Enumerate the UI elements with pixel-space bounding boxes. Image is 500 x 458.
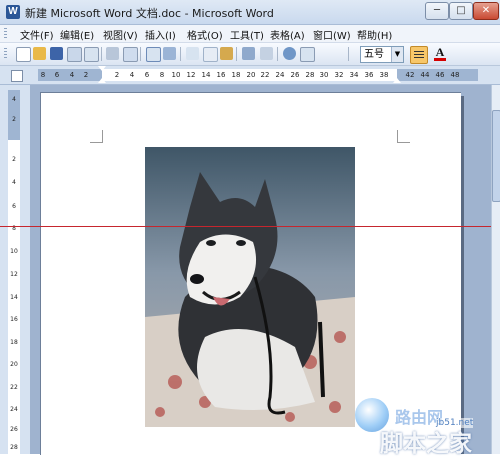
font-size-select[interactable]: 五号 ▼ xyxy=(360,46,404,63)
page-shadow xyxy=(461,96,464,454)
crop-mark-top-left xyxy=(90,130,103,143)
vertical-ruler-tick-label: 10 xyxy=(10,248,18,255)
guide-line xyxy=(0,226,500,227)
menu-format[interactable]: 格式(O) xyxy=(187,27,223,42)
toolbar-grip-icon[interactable] xyxy=(4,48,7,59)
ruler-tick-label: 6 xyxy=(54,71,60,79)
ruler-tick-label: 4 xyxy=(129,71,135,79)
vertical-ruler-tick-label: 18 xyxy=(10,339,18,346)
maximize-button[interactable]: □ xyxy=(449,2,473,20)
print-preview-icon[interactable] xyxy=(123,47,138,62)
ruler-tick-label: 22 xyxy=(260,71,270,79)
ruler-tick-label: 32 xyxy=(334,71,344,79)
ruler-tick-label: 30 xyxy=(319,71,329,79)
menu-grip-icon[interactable] xyxy=(4,28,7,39)
left-indent-marker[interactable] xyxy=(98,78,106,83)
menu-tools[interactable]: 工具(T) xyxy=(230,27,264,42)
ruler-tick-label: 2 xyxy=(83,71,89,79)
toolbar-separator xyxy=(180,47,181,61)
menu-help[interactable]: 帮助(H) xyxy=(357,27,392,42)
vertical-ruler-tick-label: 4 xyxy=(12,96,16,103)
ruler-tick-label: 16 xyxy=(216,71,226,79)
photo-graphic xyxy=(145,147,355,427)
ruler-tick-label: 42 xyxy=(405,71,415,79)
window-title: 新建 Microsoft Word 文档.doc - Microsoft Wor… xyxy=(25,7,274,20)
vertical-ruler-tick-label: 14 xyxy=(10,294,18,301)
chevron-down-icon[interactable]: ▼ xyxy=(391,47,403,62)
watermark-bottom-text: 脚本之家 xyxy=(380,431,472,457)
menu-file[interactable]: 文件(F) xyxy=(20,27,54,42)
menu-edit[interactable]: 编辑(E) xyxy=(60,27,94,42)
permission-icon[interactable] xyxy=(67,47,82,62)
word-app-icon[interactable]: W xyxy=(6,5,20,19)
ruler-tick-label: 48 xyxy=(450,71,460,79)
ruler-tick-label: 10 xyxy=(171,71,181,79)
ruler-tick-label: 18 xyxy=(231,71,241,79)
vertical-ruler-tick-label: 20 xyxy=(10,361,18,368)
title-bar: W 新建 Microsoft Word 文档.doc - Microsoft W… xyxy=(0,0,500,25)
ruler-tick-label: 46 xyxy=(435,71,445,79)
redo-icon[interactable] xyxy=(260,47,273,60)
crop-mark-top-right xyxy=(397,130,410,143)
vertical-ruler-tick-label: 2 xyxy=(12,116,16,123)
menu-table[interactable]: 表格(A) xyxy=(270,27,305,42)
vertical-ruler-tick-label: 2 xyxy=(12,156,16,163)
tables-borders-icon[interactable] xyxy=(300,47,315,62)
vertical-ruler-tick-label: 16 xyxy=(10,316,18,323)
font-color-button[interactable]: A xyxy=(433,45,447,62)
ruler-tick-label: 38 xyxy=(379,71,389,79)
ruler-tick-label: 36 xyxy=(364,71,374,79)
vertical-ruler-tick-label: 12 xyxy=(10,271,18,278)
right-indent-marker[interactable] xyxy=(393,78,401,83)
scrollbar-thumb[interactable] xyxy=(492,110,500,202)
standard-toolbar: 五号 ▼ A xyxy=(0,43,500,66)
hyperlink-icon[interactable] xyxy=(283,47,296,60)
menu-view[interactable]: 视图(V) xyxy=(103,27,138,42)
menu-bar: 文件(F) 编辑(E) 视图(V) 插入(I) 格式(O) 工具(T) 表格(A… xyxy=(0,25,500,43)
ruler-tick-label: 12 xyxy=(186,71,196,79)
paste-icon[interactable] xyxy=(220,47,233,60)
vertical-ruler-tick-label: 4 xyxy=(12,179,16,186)
minimize-button[interactable]: ─ xyxy=(425,2,449,20)
save-icon[interactable] xyxy=(50,47,63,60)
vertical-ruler-tick-label: 26 xyxy=(10,426,18,433)
research-icon[interactable] xyxy=(163,47,176,60)
font-size-value: 五号 xyxy=(364,49,384,60)
align-center-button[interactable] xyxy=(410,46,428,64)
vertical-ruler-tick-label: 22 xyxy=(10,384,18,391)
new-document-icon[interactable] xyxy=(16,47,31,62)
toolbar-separator xyxy=(101,47,102,61)
toolbar-separator xyxy=(277,47,278,61)
open-folder-icon[interactable] xyxy=(33,47,46,60)
vertical-ruler-tick-label: 6 xyxy=(12,203,16,210)
print-icon[interactable] xyxy=(106,47,119,60)
undo-icon[interactable] xyxy=(242,47,255,60)
tab-selector-button[interactable] xyxy=(11,70,23,82)
close-button[interactable]: ✕ xyxy=(473,2,499,20)
ruler-tick-label: 24 xyxy=(275,71,285,79)
ruler-tick-label: 6 xyxy=(144,71,150,79)
vertical-ruler-tick-label: 24 xyxy=(10,406,18,413)
ruler-tick-label: 44 xyxy=(420,71,430,79)
spelling-icon[interactable] xyxy=(146,47,161,62)
cut-icon[interactable] xyxy=(186,47,199,60)
ruler-tick-label: 14 xyxy=(201,71,211,79)
copy-icon[interactable] xyxy=(203,47,218,62)
husky-dog-photo[interactable] xyxy=(145,147,355,427)
menu-insert[interactable]: 插入(I) xyxy=(145,27,176,42)
ruler-tick-label: 26 xyxy=(290,71,300,79)
first-line-indent-marker[interactable] xyxy=(98,66,106,71)
toolbar-separator xyxy=(236,47,237,61)
vertical-ruler-tick-label: 28 xyxy=(10,444,18,451)
ruler-tick-label: 2 xyxy=(114,71,120,79)
ruler-tick-label: 34 xyxy=(349,71,359,79)
menu-window[interactable]: 窗口(W) xyxy=(313,27,351,42)
toolbar-separator xyxy=(348,47,349,61)
email-icon[interactable] xyxy=(84,47,99,62)
toolbar-separator xyxy=(140,47,141,61)
